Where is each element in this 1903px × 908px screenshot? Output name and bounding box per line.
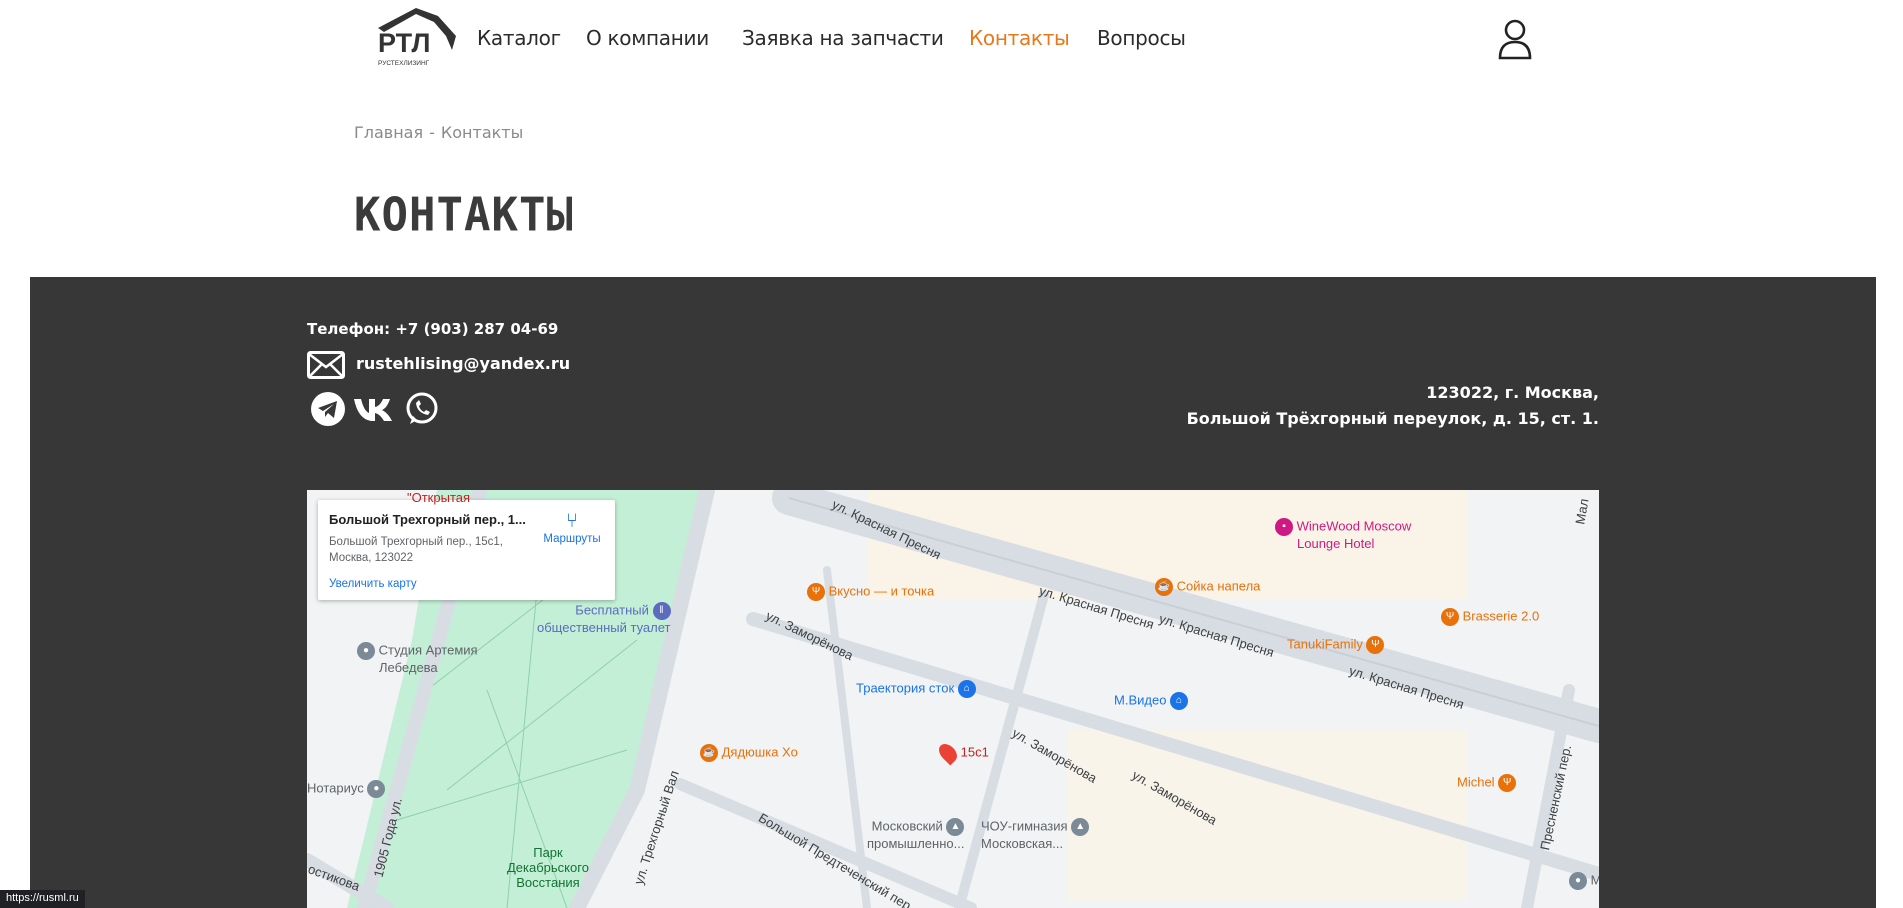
mail-icon [307,351,345,379]
map-place-notarius[interactable]: Нотариус ● [307,780,386,798]
map-place-card: Большой Трехгорный пер., 1... Большой Тр… [318,500,615,600]
map-place-brasserie[interactable]: Ψ Brasserie 2.0 [1441,608,1539,626]
phone-text[interactable]: Телефон: +7 (903) 287 04-69 [307,320,558,338]
map-place-studio[interactable]: ● Студия Артемия Лебедева [357,642,478,675]
user-icon[interactable] [1498,18,1532,60]
logo[interactable]: РТЛ РУСТЕХЛИЗИНГ [376,6,462,68]
location-pin-icon [935,740,961,766]
map-place-mvideo[interactable]: М.Видео ⌂ [1114,692,1189,710]
email-link[interactable]: rustehlising@yandex.ru [356,354,570,373]
enlarge-map-link[interactable]: Увеличить карту [329,578,417,590]
nav-catalog[interactable]: Каталог [477,26,561,50]
address-line-2: Большой Трёхгорный переулок, д. 15, ст. … [1186,409,1599,428]
logo-subtitle: РУСТЕХЛИЗИНГ [378,60,430,67]
restaurant-icon: Ψ [1366,636,1385,654]
shop-icon: ⌂ [1170,692,1189,710]
map-place[interactable]: "Открытая [407,490,470,505]
directions-icon: ⑂ [566,510,578,532]
nav-faq[interactable]: Вопросы [1097,26,1186,50]
status-bar-url: https://rusml.ru [0,890,85,908]
address: 123022, г. Москва, Большой Трёхгорный пер… [1187,380,1599,432]
nav-contacts[interactable]: Контакты [969,26,1070,50]
breadcrumb-current: Контакты [440,123,524,142]
place-icon: ● [1569,872,1587,890]
whatsapp-icon[interactable] [404,391,440,427]
map-place-mosprom[interactable]: Московский ▲ промышленно... [867,818,965,851]
directions-button[interactable]: ⑂ Маршруты [536,510,608,545]
logo-text: РТЛ [378,28,430,58]
vk-icon[interactable] [352,391,394,427]
marker-label: 15с1 [960,744,989,760]
breadcrumb-home[interactable]: Главная [354,123,423,142]
place-icon: ● [367,780,386,798]
map-place-winewood[interactable]: ▪ WineWood Moscow Lounge Hotel [1275,518,1411,551]
school-icon: ▲ [946,818,965,836]
cafe-icon: ☕ [700,744,718,762]
nav-about[interactable]: О компании [586,26,709,50]
map-marker[interactable]: 15с1 [935,740,989,766]
breadcrumb-separator: - [429,123,435,142]
place-title: Большой Трехгорный пер., 1... [329,512,526,527]
breadcrumb: Главная - Контакты [354,123,529,142]
telegram-icon[interactable] [310,391,346,427]
toilet-icon: ǁ [652,602,671,620]
hotel-icon: ▪ [1275,518,1293,536]
map-place-toilet[interactable]: Бесплатный ǁ общественный туалет [537,602,671,635]
map-place-mc[interactable]: ● МС [1569,872,1599,890]
restaurant-icon: Ψ [1498,774,1517,792]
map-place-gymnasium[interactable]: ЧОУ-гимназия ▲ Московская... [981,818,1090,851]
restaurant-icon: Ψ [807,583,825,601]
map-place-tanuki[interactable]: TanukiFamily Ψ [1287,636,1385,654]
place-icon: ● [357,642,375,660]
shop-icon: ⌂ [957,680,976,698]
map-place-park[interactable]: Парк Декабрьского Восстания [507,845,589,890]
nav-parts-request[interactable]: Заявка на запчасти [742,26,944,50]
page-title: КОНТАКТЫ [354,188,574,243]
cafe-icon: ☕ [1155,578,1173,596]
restaurant-icon: Ψ [1441,608,1459,626]
map-place-vkusno[interactable]: Ψ Вкусно — и точка [807,583,934,601]
directions-label: Маршруты [543,533,601,545]
map-place-soyka[interactable]: ☕ Сойка напела [1155,578,1260,596]
map-place-michel[interactable]: Michel Ψ [1457,774,1517,792]
place-address: Большой Трехгорный пер., 15с1, Москва, 1… [329,536,504,564]
map-place-dyadyushka[interactable]: ☕ Дядюшка Хо [700,744,798,762]
map-place-traektoriya[interactable]: Траектория сток ⌂ [856,680,976,698]
address-line-1: 123022, г. Москва, [1426,383,1599,402]
school-icon: ▲ [1071,818,1090,836]
map-embed[interactable]: Большой Трехгорный пер., 1... Большой Тр… [307,490,1599,908]
